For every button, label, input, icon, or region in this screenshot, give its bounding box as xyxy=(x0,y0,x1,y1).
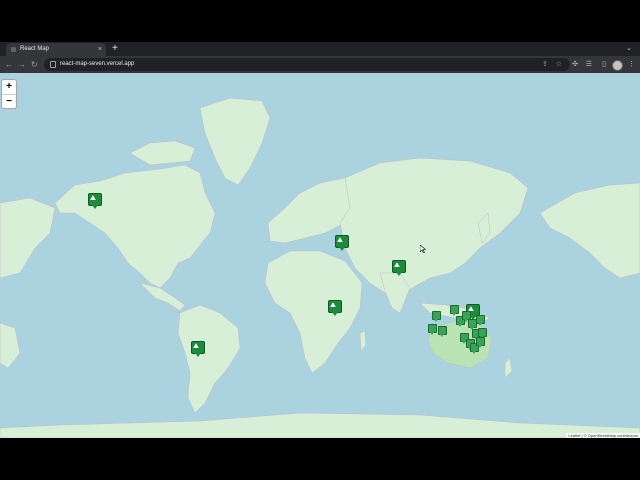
landmass-left-wrap xyxy=(0,197,56,279)
world-basemap xyxy=(0,97,640,438)
mountain-icon: ⛰ xyxy=(330,302,336,309)
lock-icon xyxy=(50,61,56,68)
tab-react-map[interactable]: React Map × xyxy=(6,43,106,56)
landmass-africa xyxy=(264,250,363,374)
map-marker-middle-east[interactable]: ⛰ xyxy=(335,235,349,251)
share-icon[interactable]: ⇪ xyxy=(542,58,548,71)
map-marker-small[interactable] xyxy=(450,305,459,316)
forward-arrow-icon[interactable]: → xyxy=(18,56,26,73)
landmass-americas-wrap xyxy=(539,182,640,279)
profile-avatar[interactable] xyxy=(612,60,623,71)
reload-icon[interactable]: ↻ xyxy=(31,56,38,73)
map-attribution[interactable]: Leaflet | © OpenStreetMap contributors xyxy=(566,433,640,438)
new-tab-button[interactable]: + xyxy=(112,42,118,56)
zoom-out-button[interactable]: − xyxy=(2,94,16,109)
map-marker-east-africa[interactable]: ⛰ xyxy=(328,300,342,316)
landmass-greenland xyxy=(199,97,271,186)
side-panel-icon[interactable]: ▯ xyxy=(602,56,606,73)
landmass-new-zealand xyxy=(504,357,513,379)
tab-bar: React Map × + ⌄ xyxy=(0,42,640,56)
address-bar[interactable]: react-map-seven.vercel.app ⇪ ☆ xyxy=(44,58,570,71)
landmass-canadian-arctic xyxy=(129,140,196,166)
tab-title: React Map xyxy=(20,46,50,52)
landmass-antarctica xyxy=(0,412,640,438)
landmass-left-islands xyxy=(0,322,21,369)
url-text[interactable]: react-map-seven.vercel.app xyxy=(60,58,134,71)
landmass-asia xyxy=(339,157,529,299)
map-marker-south-america[interactable]: ⛰ xyxy=(191,341,205,357)
mountain-icon: ⛰ xyxy=(337,237,343,244)
extensions-puzzle-icon[interactable]: ✣ xyxy=(572,56,578,73)
map-canvas[interactable]: + − ⛰ ⛰ ⛰ ⛰ ⛰ ⛰ Leaflet | © OpenStreetMa… xyxy=(0,73,640,438)
browser-window: React Map × + ⌄ ← → ↻ react-map-seven.ve… xyxy=(0,42,640,438)
zoom-in-button[interactable]: + xyxy=(2,80,16,94)
reading-list-icon[interactable]: ☰ xyxy=(586,56,592,73)
map-marker-small[interactable] xyxy=(476,337,485,348)
map-marker-small[interactable] xyxy=(432,311,441,322)
bookmark-star-icon[interactable]: ☆ xyxy=(556,58,562,71)
mountain-icon: ⛰ xyxy=(90,195,96,202)
browser-toolbar: ← → ↻ react-map-seven.vercel.app ⇪ ☆ ✣ ☰… xyxy=(0,56,640,73)
map-marker-small[interactable] xyxy=(428,324,437,335)
zoom-control: + − xyxy=(1,79,17,109)
landmass-south-america xyxy=(177,304,241,414)
mountain-icon: ⛰ xyxy=(193,343,199,350)
map-marker-small[interactable] xyxy=(478,328,487,339)
map-marker-alaska[interactable]: ⛰ xyxy=(88,193,102,209)
map-marker-small[interactable] xyxy=(476,315,485,326)
map-marker-south-asia[interactable]: ⛰ xyxy=(392,260,406,276)
tab-search-chevron-icon[interactable]: ⌄ xyxy=(626,42,632,56)
favicon-icon xyxy=(11,47,16,52)
tab-close-button[interactable]: × xyxy=(98,43,102,56)
menu-kebab-icon[interactable]: ⋮ xyxy=(628,56,635,73)
back-arrow-icon[interactable]: ← xyxy=(5,56,13,73)
landmass-central-america xyxy=(139,282,186,312)
map-marker-small[interactable] xyxy=(438,326,447,337)
landmass-madagascar xyxy=(359,330,367,352)
mouse-cursor-icon xyxy=(420,245,426,253)
landmass-north-america xyxy=(54,164,216,289)
mountain-icon: ⛰ xyxy=(394,262,400,269)
